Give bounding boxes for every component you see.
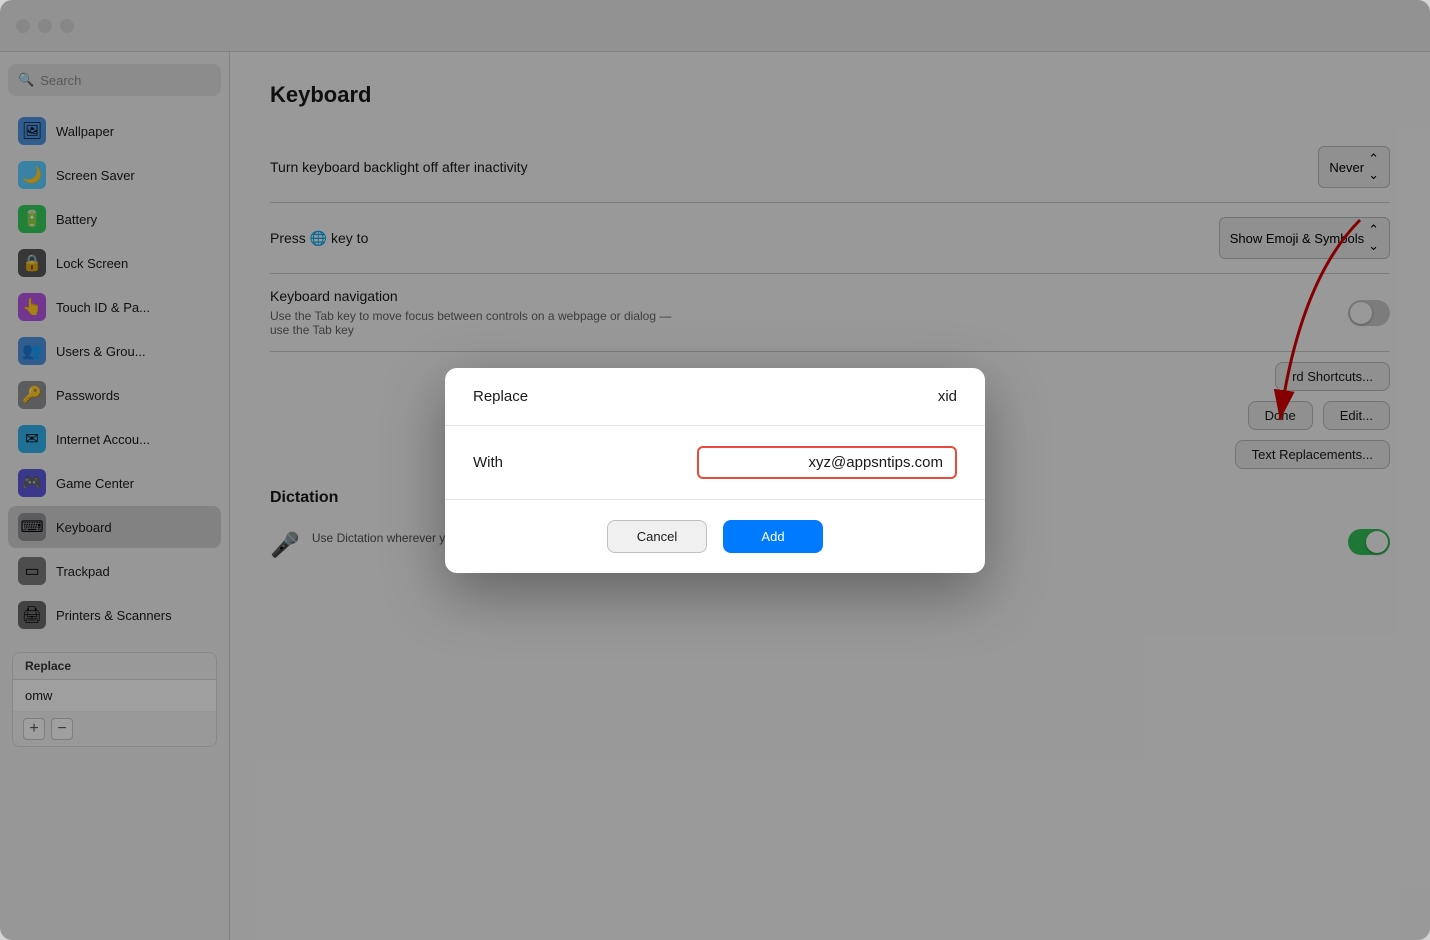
replace-value: xid [553, 388, 957, 405]
with-field: With [445, 426, 985, 500]
with-value-container [553, 446, 957, 479]
modal-body: Replace xid With [445, 368, 985, 500]
with-input[interactable] [697, 446, 957, 479]
modal-overlay: Replace xid With Cancel Add [0, 0, 1430, 940]
with-label: With [473, 454, 553, 471]
replace-text-value: xid [938, 388, 957, 405]
main-window: 🔍 Search 🖼 Wallpaper 🌙 Screen Saver 🔋 Ba… [0, 0, 1430, 940]
add-button[interactable]: Add [723, 520, 823, 553]
cancel-button[interactable]: Cancel [607, 520, 707, 553]
text-replacement-modal: Replace xid With Cancel Add [445, 368, 985, 573]
replace-field: Replace xid [445, 368, 985, 426]
modal-footer: Cancel Add [445, 500, 985, 573]
replace-label: Replace [473, 388, 553, 405]
